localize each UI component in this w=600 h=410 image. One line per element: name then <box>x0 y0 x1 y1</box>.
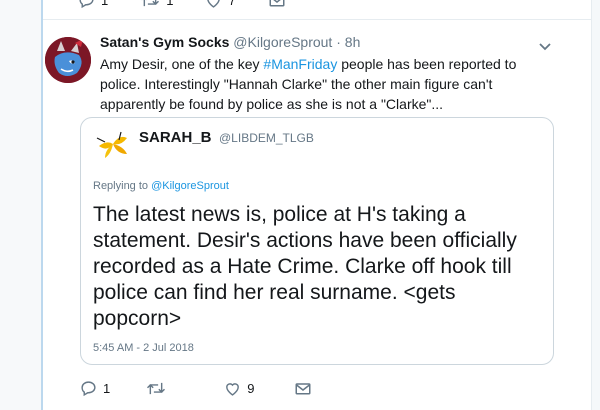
tweet-header: Satan's Gym Socks @KilgoreSprout · 8h <box>100 34 360 50</box>
quoted-author-name[interactable]: SARAH_B <box>139 129 212 146</box>
like-icon <box>205 0 222 9</box>
retweet-icon <box>140 0 160 9</box>
quoted-author-handle[interactable]: @LIBDEM_TLGB <box>219 131 314 145</box>
retweet-count: 1 <box>166 0 174 8</box>
replying-to: Replying to @KilgoreSprout <box>93 180 229 192</box>
chevron-down-icon <box>538 39 552 56</box>
avatar[interactable] <box>45 37 91 83</box>
like-button[interactable]: 7 <box>205 0 236 9</box>
quoted-tweet-card[interactable]: SARAH_B @LIBDEM_TLGB Replying to @Kilgor… <box>80 117 554 365</box>
dm-icon <box>294 380 312 397</box>
scrollbar[interactable] <box>591 0 600 410</box>
tweet-actions: 1 9 <box>80 380 312 397</box>
dm-button[interactable] <box>268 0 286 9</box>
quoted-timestamp[interactable]: 5:45 AM - 2 Jul 2018 <box>93 342 194 354</box>
like-count: 7 <box>228 0 236 8</box>
quoted-avatar <box>93 128 131 166</box>
reply-icon <box>78 0 95 9</box>
previous-tweet-actions: 1 1 7 <box>78 0 286 9</box>
reply-count: 1 <box>103 381 111 396</box>
retweet-button[interactable] <box>146 380 172 397</box>
tweet-time[interactable]: 8h <box>345 34 361 50</box>
like-button[interactable]: 9 <box>224 380 254 397</box>
dm-icon <box>268 0 286 9</box>
hashtag-link[interactable]: #ManFriday <box>263 56 337 72</box>
like-icon <box>224 380 241 397</box>
reply-icon <box>80 380 97 397</box>
like-count: 9 <box>247 381 255 396</box>
reply-button[interactable]: 1 <box>78 0 108 9</box>
author-handle[interactable]: @KilgoreSprout <box>233 34 332 50</box>
retweet-icon <box>146 380 166 397</box>
replying-prefix: Replying to <box>93 180 152 192</box>
thread-line <box>41 0 43 410</box>
retweet-button[interactable]: 1 <box>140 0 173 9</box>
dm-button[interactable] <box>294 380 312 397</box>
left-rail <box>0 0 42 410</box>
tweet-menu-button[interactable] <box>538 39 552 57</box>
reply-count: 1 <box>101 0 109 8</box>
replying-to-link[interactable]: @KilgoreSprout <box>151 180 229 192</box>
tweet-divider <box>43 19 591 20</box>
quoted-tweet-text: The latest news is, police at H's taking… <box>93 203 517 330</box>
header-separator: · <box>336 34 341 50</box>
tweet-text: Amy Desir, one of the key #ManFriday peo… <box>100 54 540 114</box>
author-name[interactable]: Satan's Gym Socks <box>100 34 229 50</box>
reply-button[interactable]: 1 <box>80 380 110 397</box>
tweet-text-before: Amy Desir, one of the key <box>100 56 264 72</box>
